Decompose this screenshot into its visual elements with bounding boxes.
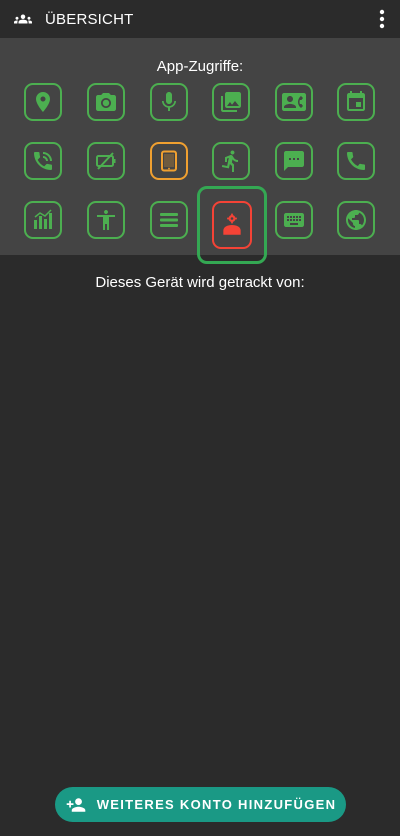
- more-vert-icon[interactable]: [376, 8, 388, 30]
- permission-contacts[interactable]: [275, 83, 313, 121]
- globe-icon: [346, 210, 366, 230]
- photos-icon: [221, 92, 241, 112]
- permission-device[interactable]: [150, 142, 188, 180]
- tablet-icon: [161, 150, 177, 172]
- contacts-icon: [282, 93, 306, 111]
- permission-location[interactable]: [24, 83, 62, 121]
- app-permissions-panel: App-Zugriffe:: [0, 38, 400, 264]
- permission-microphone[interactable]: [150, 83, 188, 121]
- group-icon: [14, 14, 32, 24]
- keyboard-icon: [284, 213, 304, 227]
- tracked-by-label: Dieses Gerät wird getrackt von:: [95, 274, 305, 291]
- permissions-label: App-Zugriffe:: [156, 58, 244, 75]
- list-icon: [160, 213, 178, 227]
- permission-photos[interactable]: [212, 83, 250, 121]
- microphone-icon: [162, 92, 176, 111]
- sms-icon: [284, 151, 304, 171]
- phone-icon: [347, 152, 365, 170]
- activity-icon: [221, 150, 238, 172]
- permission-phone[interactable]: [337, 142, 375, 180]
- permission-activity[interactable]: [212, 142, 250, 180]
- permission-accessibility[interactable]: [87, 201, 125, 239]
- permission-device-admin[interactable]: [212, 201, 252, 249]
- call-log-icon: [34, 152, 52, 170]
- permission-camera[interactable]: [87, 83, 125, 121]
- permission-usage-stats[interactable]: [24, 201, 62, 239]
- permission-overlay[interactable]: [150, 201, 188, 239]
- person-add-icon: [66, 797, 86, 812]
- permission-keyboard[interactable]: [275, 201, 313, 239]
- page-title: ÜBERSICHT: [45, 11, 134, 28]
- permission-battery-optimization[interactable]: [87, 142, 125, 180]
- permission-call-log[interactable]: [24, 142, 62, 180]
- accessibility-icon: [97, 210, 115, 230]
- add-account-label: WEITERES KONTO HINZUFÜGEN: [96, 797, 337, 812]
- device-admin-icon: [223, 213, 241, 235]
- add-account-button[interactable]: WEITERES KONTO HINZUFÜGEN: [55, 787, 346, 822]
- calendar-icon: [347, 91, 365, 111]
- app-bar: ÜBERSICHT: [0, 0, 400, 38]
- camera-icon: [96, 93, 116, 111]
- permission-calendar[interactable]: [337, 83, 375, 121]
- permission-internet[interactable]: [337, 201, 375, 239]
- location-icon: [36, 92, 50, 112]
- battery-off-icon: [96, 152, 116, 170]
- usage-stats-icon: [34, 209, 52, 229]
- permission-sms[interactable]: [275, 142, 313, 180]
